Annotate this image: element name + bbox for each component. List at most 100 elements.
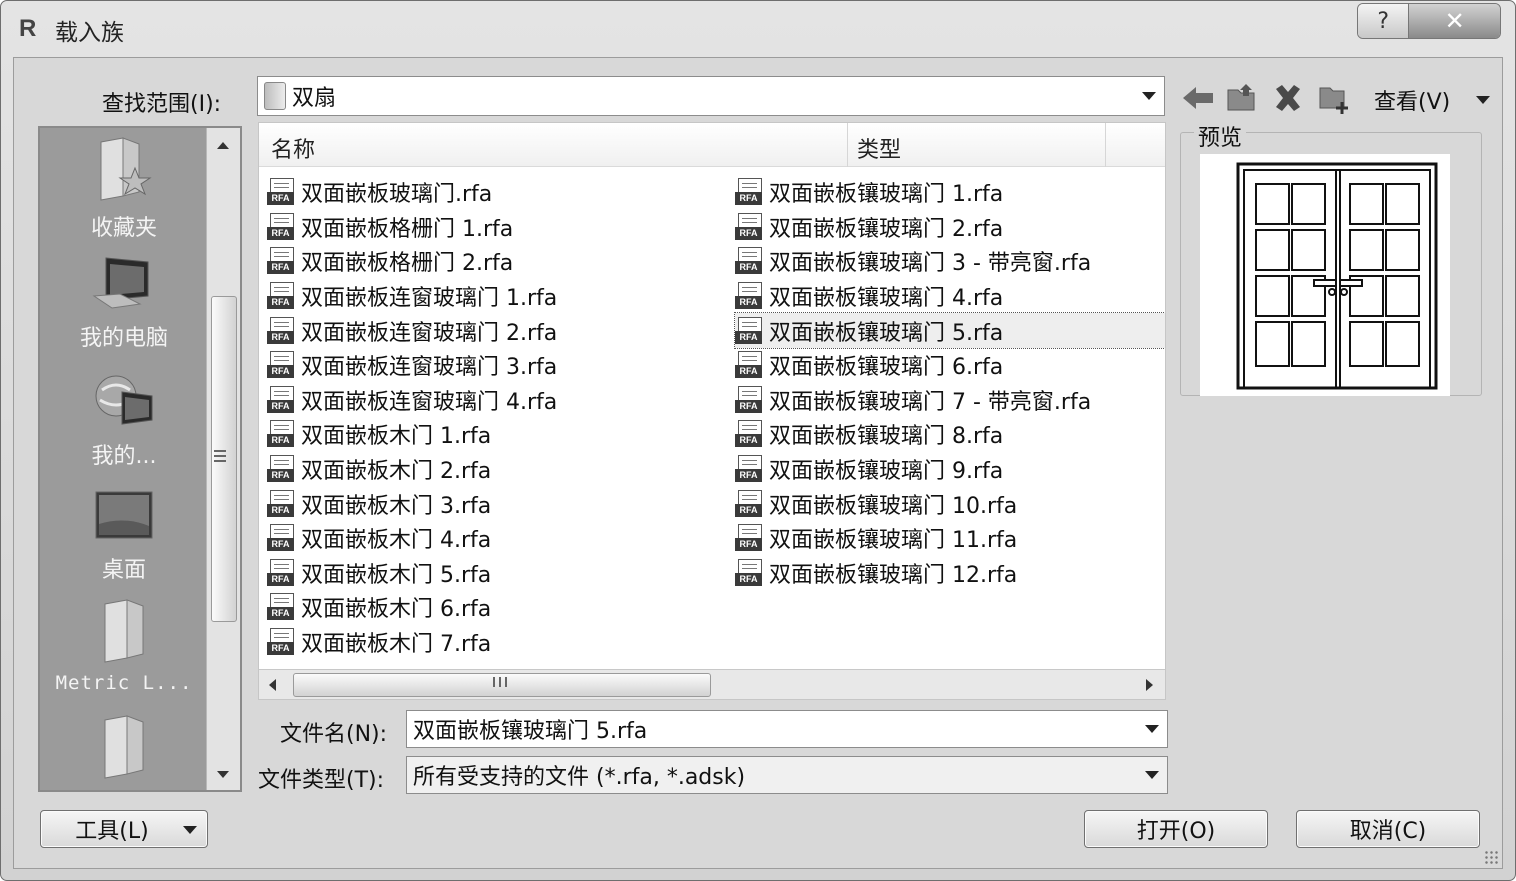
preview-area (1200, 154, 1450, 396)
title-buttons: ? ✕ (1357, 3, 1501, 39)
file-item[interactable]: RFA 双面嵌板镶玻璃门 9.rfa (735, 452, 1165, 487)
folder-icon (264, 82, 286, 110)
file-item-label: 双面嵌板镶玻璃门 12.rfa (769, 562, 1018, 588)
rfa-file-icon: RFA (267, 419, 297, 449)
delete-icon[interactable] (1270, 80, 1306, 116)
revit-app-icon: R (19, 15, 37, 42)
file-item[interactable]: RFA 双面嵌板木门 5.rfa (267, 556, 707, 591)
file-item-label: 双面嵌板木门 5.rfa (301, 562, 492, 588)
file-item[interactable]: RFA 双面嵌板镶玻璃门 7 - 带亮窗.rfa (735, 383, 1165, 418)
back-arrow-icon[interactable] (1180, 80, 1216, 116)
tools-button[interactable]: 工具(L) (40, 810, 208, 848)
rfa-file-icon: RFA (267, 281, 297, 311)
chevron-down-icon[interactable] (1145, 725, 1159, 733)
file-item[interactable]: RFA 双面嵌板镶玻璃门 1.rfa (735, 175, 1165, 210)
file-item-label: 双面嵌板玻璃门.rfa (301, 182, 493, 208)
column-divider[interactable] (847, 123, 848, 167)
file-item[interactable]: RFA 双面嵌板镶玻璃门 3 - 带亮窗.rfa (735, 244, 1165, 279)
file-item[interactable]: RFA 双面嵌板木门 1.rfa (267, 417, 707, 452)
file-item-label: 双面嵌板格栅门 1.rfa (301, 216, 514, 242)
look-in-dropdown[interactable]: 双扇 (257, 76, 1165, 116)
file-item-label: 双面嵌板镶玻璃门 9.rfa (769, 459, 1004, 485)
views-dropdown-arrow-icon[interactable] (1476, 96, 1490, 104)
new-folder-icon[interactable] (1316, 80, 1352, 116)
close-button[interactable]: ✕ (1408, 4, 1500, 38)
file-item[interactable]: RFA 双面嵌板镶玻璃门 5.rfa (734, 312, 1165, 349)
place-metric-library[interactable]: Metric L... (40, 598, 208, 694)
file-item-label: 双面嵌板连窗玻璃门 2.rfa (301, 320, 558, 346)
rfa-file-icon: RFA (267, 454, 297, 484)
place-favorites[interactable]: 收藏夹 (40, 136, 208, 242)
look-in-label: 查找范围(I): (102, 92, 222, 117)
resize-grip-icon[interactable] (1484, 850, 1498, 864)
place-network[interactable]: 我的... (40, 370, 208, 470)
file-item-label: 双面嵌板镶玻璃门 5.rfa (769, 320, 1004, 346)
rfa-file-icon: RFA (267, 627, 297, 657)
file-item[interactable]: RFA 双面嵌板木门 6.rfa (267, 590, 707, 625)
places-scrollbar[interactable] (206, 128, 240, 790)
column-divider[interactable] (1105, 123, 1106, 167)
file-item[interactable]: RFA 双面嵌板木门 7.rfa (267, 625, 707, 660)
file-item[interactable]: RFA 双面嵌板镶玻璃门 12.rfa (735, 556, 1165, 591)
up-folder-icon[interactable] (1224, 80, 1260, 116)
rfa-file-icon: RFA (735, 316, 765, 346)
file-item[interactable]: RFA 双面嵌板连窗玻璃门 4.rfa (267, 383, 707, 418)
file-item[interactable]: RFA 双面嵌板木门 4.rfa (267, 521, 707, 556)
rfa-file-icon: RFA (735, 523, 765, 553)
scroll-left-icon[interactable] (269, 679, 276, 691)
file-type-label: 文件类型(T): (258, 768, 385, 793)
file-item[interactable]: RFA 双面嵌板玻璃门.rfa (267, 175, 707, 210)
cancel-button[interactable]: 取消(C) (1296, 810, 1480, 848)
hscroll-grip-icon (493, 677, 507, 687)
file-item[interactable]: RFA 双面嵌板木门 2.rfa (267, 452, 707, 487)
place-folder[interactable] (40, 714, 208, 788)
double-door-preview-image (1236, 162, 1438, 390)
column-name[interactable]: 名称 (271, 132, 315, 164)
file-item[interactable]: RFA 双面嵌板镶玻璃门 8.rfa (735, 417, 1165, 452)
file-list-hscrollbar[interactable] (259, 669, 1165, 699)
rfa-file-icon: RFA (735, 212, 765, 242)
file-item[interactable]: RFA 双面嵌板连窗玻璃门 3.rfa (267, 348, 707, 383)
rfa-file-icon: RFA (735, 419, 765, 449)
place-label: 我的... (91, 444, 157, 469)
scroll-grip-icon (214, 450, 226, 462)
file-name-input[interactable]: 双面嵌板镶玻璃门 5.rfa (406, 710, 1168, 748)
rfa-file-icon: RFA (735, 489, 765, 519)
open-button[interactable]: 打开(O) (1084, 810, 1268, 848)
file-item[interactable]: RFA 双面嵌板连窗玻璃门 1.rfa (267, 279, 707, 314)
preview-label: 预览 (1194, 120, 1247, 152)
file-item[interactable]: RFA 双面嵌板镶玻璃门 11.rfa (735, 521, 1165, 556)
file-item[interactable]: RFA 双面嵌板格栅门 1.rfa (267, 210, 707, 245)
scroll-down-icon[interactable] (217, 771, 229, 778)
scroll-right-icon[interactable] (1146, 679, 1153, 691)
file-item-label: 双面嵌板木门 7.rfa (301, 632, 492, 658)
rfa-file-icon: RFA (267, 523, 297, 553)
file-item[interactable]: RFA 双面嵌板镶玻璃门 2.rfa (735, 210, 1165, 245)
file-item[interactable]: RFA 双面嵌板镶玻璃门 6.rfa (735, 348, 1165, 383)
file-item[interactable]: RFA 双面嵌板镶玻璃门 4.rfa (735, 279, 1165, 314)
file-item[interactable]: RFA 双面嵌板连窗玻璃门 2.rfa (267, 313, 707, 348)
rfa-file-icon: RFA (267, 489, 297, 519)
rfa-file-icon: RFA (267, 592, 297, 622)
scroll-up-icon[interactable] (217, 142, 229, 149)
file-item-label: 双面嵌板连窗玻璃门 3.rfa (301, 355, 558, 381)
place-my-computer[interactable]: 我的电脑 (40, 256, 208, 352)
views-menu-label[interactable]: 查看(V) (1374, 84, 1450, 116)
file-item-label: 双面嵌板镶玻璃门 10.rfa (769, 493, 1018, 519)
column-type[interactable]: 类型 (857, 132, 901, 164)
help-button[interactable]: ? (1358, 4, 1409, 38)
file-item[interactable]: RFA 双面嵌板格栅门 2.rfa (267, 244, 707, 279)
desktop-icon (95, 491, 153, 539)
look-in-value: 双扇 (292, 86, 337, 111)
file-list: 名称 类型 RFA 双面嵌板玻璃门.rfa RFA 双面嵌板格栅门 1.rfa RFA 双… (258, 122, 1166, 700)
chevron-down-icon (1145, 771, 1159, 779)
place-label: 我的电脑 (79, 326, 168, 351)
file-item[interactable]: RFA 双面嵌板镶玻璃门 10.rfa (735, 486, 1165, 521)
rfa-file-icon: RFA (267, 212, 297, 242)
network-places-icon (95, 375, 153, 425)
place-desktop[interactable]: 桌面 (40, 490, 208, 584)
rfa-file-icon: RFA (267, 316, 297, 346)
file-item[interactable]: RFA 双面嵌板木门 3.rfa (267, 486, 707, 521)
file-type-select[interactable]: 所有受支持的文件 (*.rfa, *.adsk) (406, 756, 1168, 794)
file-item-label: 双面嵌板镶玻璃门 1.rfa (769, 182, 1004, 208)
